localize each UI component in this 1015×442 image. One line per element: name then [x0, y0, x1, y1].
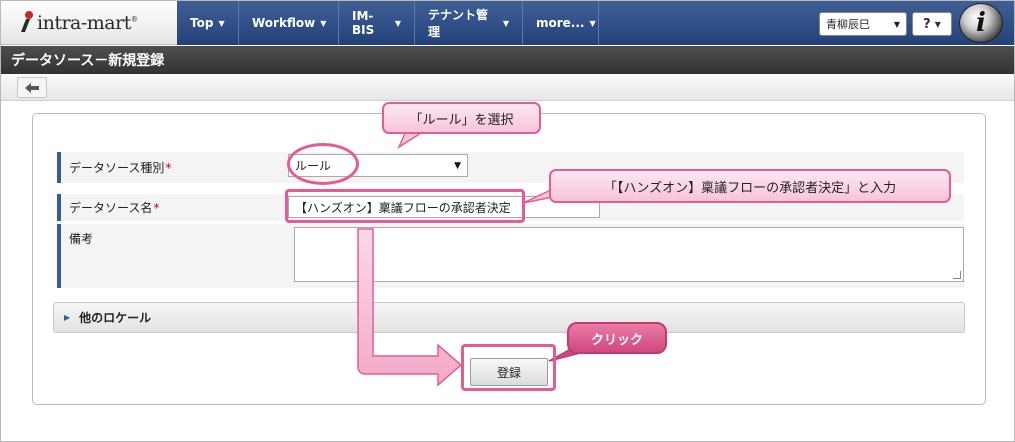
- callout-enter-name: 「【ハンズオン】稟議フローの承認者決定」と入力: [549, 169, 951, 203]
- highlight-select: [287, 143, 359, 185]
- highlight-name-input: [285, 189, 525, 223]
- callout-select-rule: 「ルール」を選択: [382, 102, 541, 134]
- callout-click: クリック: [567, 322, 667, 354]
- highlight-register-button: [461, 344, 556, 391]
- app-window: intra-mart® Top ▼ Workflow ▼ IM-BIS ▼ テナント管…: [0, 0, 1015, 442]
- flow-arrow-icon: [357, 228, 463, 387]
